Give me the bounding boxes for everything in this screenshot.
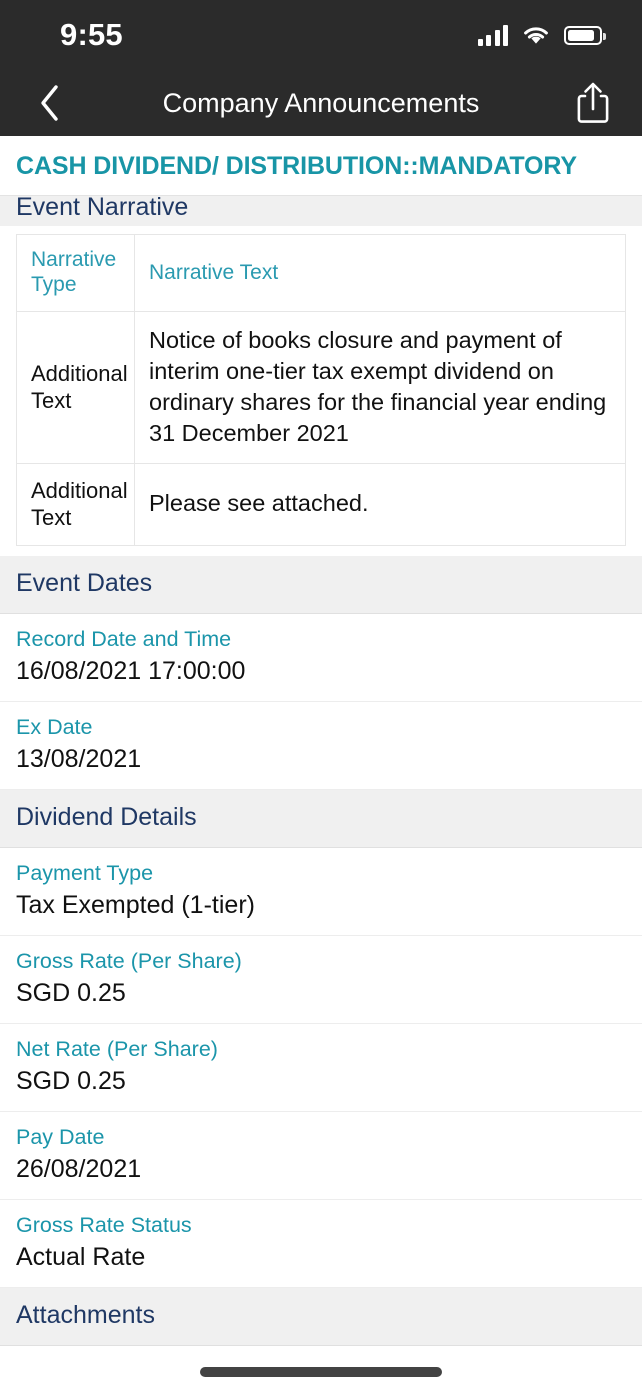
field-record-date-and-time: Record Date and Time 16/08/2021 17:00:00	[0, 613, 642, 702]
field-label: Gross Rate (Per Share)	[16, 948, 242, 973]
table-header-row: Narrative Type Narrative Text	[16, 234, 626, 312]
field-value: 26/08/2021	[16, 1154, 142, 1183]
field-value: SGD 0.25	[16, 978, 126, 1007]
section-header-attachments: Attachments	[0, 1287, 642, 1346]
page-title: Company Announcements	[162, 87, 480, 118]
table-header-cell-type: Narrative Type	[16, 234, 135, 312]
field-value: 16/08/2021 17:00:00	[16, 656, 246, 685]
field-label: Payment Type	[16, 860, 154, 885]
narrative-text-cell: Notice of books closure and payment of i…	[134, 310, 626, 464]
wifi-icon	[522, 25, 550, 46]
table-row: Additional Text Please see attached.	[16, 462, 626, 546]
cellular-bars-icon	[477, 24, 508, 46]
phone-screen: 9:55 Company Announcements CASH DIVIDEND…	[0, 0, 642, 1389]
narrative-table: Narrative Type Narrative Text Additional…	[16, 234, 626, 546]
field-label: Pay Date	[16, 1124, 105, 1149]
announcement-content[interactable]: CASH DIVIDEND/ DISTRIBUTION::MANDATORY E…	[0, 136, 642, 1389]
back-button[interactable]	[26, 80, 72, 126]
section-header-event-dates: Event Dates	[0, 555, 642, 614]
status-bar: 9:55	[0, 0, 642, 70]
share-button[interactable]	[570, 79, 616, 127]
table-header-cell-text: Narrative Text	[134, 234, 626, 312]
field-label: Gross Rate Status	[16, 1212, 192, 1237]
field-payment-type: Payment Type Tax Exempted (1-tier)	[0, 847, 642, 936]
field-value: Actual Rate	[16, 1242, 146, 1271]
status-time: 9:55	[60, 17, 123, 52]
field-gross-rate-status: Gross Rate Status Actual Rate	[0, 1199, 642, 1288]
field-ex-date: Ex Date 13/08/2021	[0, 701, 642, 790]
share-upload-icon	[577, 82, 609, 123]
field-label: Net Rate (Per Share)	[16, 1036, 218, 1061]
field-value: 13/08/2021	[16, 744, 142, 773]
field-net-rate-per-share: Net Rate (Per Share) SGD 0.25	[0, 1023, 642, 1112]
table-row: Additional Text Notice of books closure …	[16, 310, 626, 464]
home-indicator[interactable]	[0, 1355, 642, 1389]
announcement-title: CASH DIVIDEND/ DISTRIBUTION::MANDATORY	[0, 136, 642, 196]
narrative-type-cell: Additional Text	[16, 462, 135, 546]
battery-icon	[564, 25, 606, 45]
chevron-left-icon	[41, 85, 58, 121]
narrative-text-cell: Please see attached.	[134, 462, 626, 546]
field-gross-rate-per-share: Gross Rate (Per Share) SGD 0.25	[0, 935, 642, 1024]
narrative-table-wrapper: Narrative Type Narrative Text Additional…	[0, 226, 642, 556]
field-pay-date: Pay Date 26/08/2021	[0, 1111, 642, 1200]
narrative-type-cell: Additional Text	[16, 310, 135, 464]
field-value: Tax Exempted (1-tier)	[16, 890, 255, 919]
field-label: Record Date and Time	[16, 626, 232, 651]
field-value: SGD 0.25	[16, 1066, 126, 1095]
section-header-dividend-details: Dividend Details	[0, 789, 642, 848]
status-indicators	[477, 24, 606, 46]
navigation-bar: Company Announcements	[0, 70, 642, 136]
field-label: Ex Date	[16, 714, 93, 739]
section-header-event-narrative: Event Narrative	[0, 196, 642, 226]
